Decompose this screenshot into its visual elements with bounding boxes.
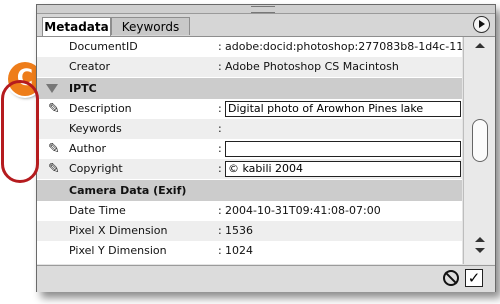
- section-header-camera-data[interactable]: Camera Data (Exif): [37, 180, 462, 201]
- row-copyright: ✎ Copyright : © kabili 2004: [37, 159, 462, 179]
- pixel-y-value: 1024: [225, 244, 253, 257]
- scrollbar-thumb[interactable]: [472, 119, 488, 162]
- row-label: Keywords: [69, 122, 122, 135]
- colon-separator: :: [218, 122, 222, 135]
- colon-separator: :: [218, 102, 222, 115]
- palette-menu-arrow-icon[interactable]: [473, 16, 490, 33]
- section-title: IPTC: [69, 82, 97, 95]
- colon-separator: :: [218, 244, 222, 257]
- tab-keywords[interactable]: Keywords: [111, 17, 190, 35]
- metadata-palette: Metadata Keywords DocumentID : adobe:doc…: [36, 4, 496, 292]
- row-label: Author: [69, 142, 107, 155]
- row-author: ✎ Author :: [37, 139, 462, 159]
- checkmark-icon[interactable]: [465, 269, 483, 287]
- scroll-up-arrow-icon[interactable]: [475, 237, 485, 242]
- cancel-icon[interactable]: [443, 270, 459, 286]
- colon-separator: :: [218, 60, 222, 73]
- colon-separator: :: [218, 204, 222, 217]
- author-field[interactable]: [225, 141, 461, 157]
- colon-separator: :: [218, 224, 222, 237]
- colon-separator: :: [218, 162, 222, 175]
- row-label: Creator: [69, 60, 111, 73]
- colon-separator: :: [218, 142, 222, 155]
- row-label: Copyright: [69, 162, 123, 175]
- vertical-scrollbar[interactable]: [463, 37, 495, 264]
- tab-metadata[interactable]: Metadata: [42, 17, 111, 36]
- row-label: Pixel X Dimension: [69, 224, 168, 237]
- row-label: DocumentID: [69, 40, 138, 53]
- row-pixel-x: Pixel X Dimension : 1536: [37, 221, 462, 241]
- pixel-x-value: 1536: [225, 224, 253, 237]
- row-keywords: Keywords :: [37, 119, 462, 139]
- scroll-down-arrow-icon[interactable]: [475, 248, 485, 253]
- pencil-icon: ✎: [48, 161, 60, 177]
- highlight-oval: [1, 80, 39, 183]
- row-document-id: DocumentID : adobe:docid:photoshop:27708…: [37, 37, 462, 57]
- drag-grip-icon[interactable]: [251, 6, 275, 13]
- row-label: Date Time: [69, 204, 126, 217]
- palette-footer: [37, 265, 495, 292]
- pencil-icon: ✎: [48, 141, 60, 157]
- metadata-list: DocumentID : adobe:docid:photoshop:27708…: [37, 37, 462, 264]
- creator-value: Adobe Photoshop CS Macintosh: [225, 60, 399, 73]
- pencil-icon: ✎: [48, 101, 60, 117]
- disclosure-triangle-icon[interactable]: [46, 84, 58, 93]
- date-time-value: 2004-10-31T09:41:08-07:00: [225, 204, 381, 217]
- row-date-time: Date Time : 2004-10-31T09:41:08-07:00: [37, 201, 462, 221]
- description-field[interactable]: Digital photo of Arowhon Pines lake: [225, 101, 461, 117]
- section-header-iptc[interactable]: IPTC: [37, 78, 462, 99]
- colon-separator: :: [218, 40, 222, 53]
- row-description: ✎ Description : Digital photo of Arowhon…: [37, 99, 462, 119]
- row-creator: Creator : Adobe Photoshop CS Macintosh: [37, 57, 462, 77]
- row-label: Description: [69, 102, 132, 115]
- row-label: Pixel Y Dimension: [69, 244, 167, 257]
- tab-strip: Metadata Keywords: [37, 14, 495, 37]
- row-pixel-y: Pixel Y Dimension : 1024: [37, 241, 462, 261]
- copyright-field[interactable]: © kabili 2004: [225, 161, 461, 177]
- document-id-value: adobe:docid:photoshop:277083b8-1d4c-11d9…: [225, 40, 462, 53]
- palette-titlebar[interactable]: [37, 5, 495, 14]
- section-title: Camera Data (Exif): [69, 184, 187, 197]
- scroll-up-arrow-icon[interactable]: [475, 43, 485, 48]
